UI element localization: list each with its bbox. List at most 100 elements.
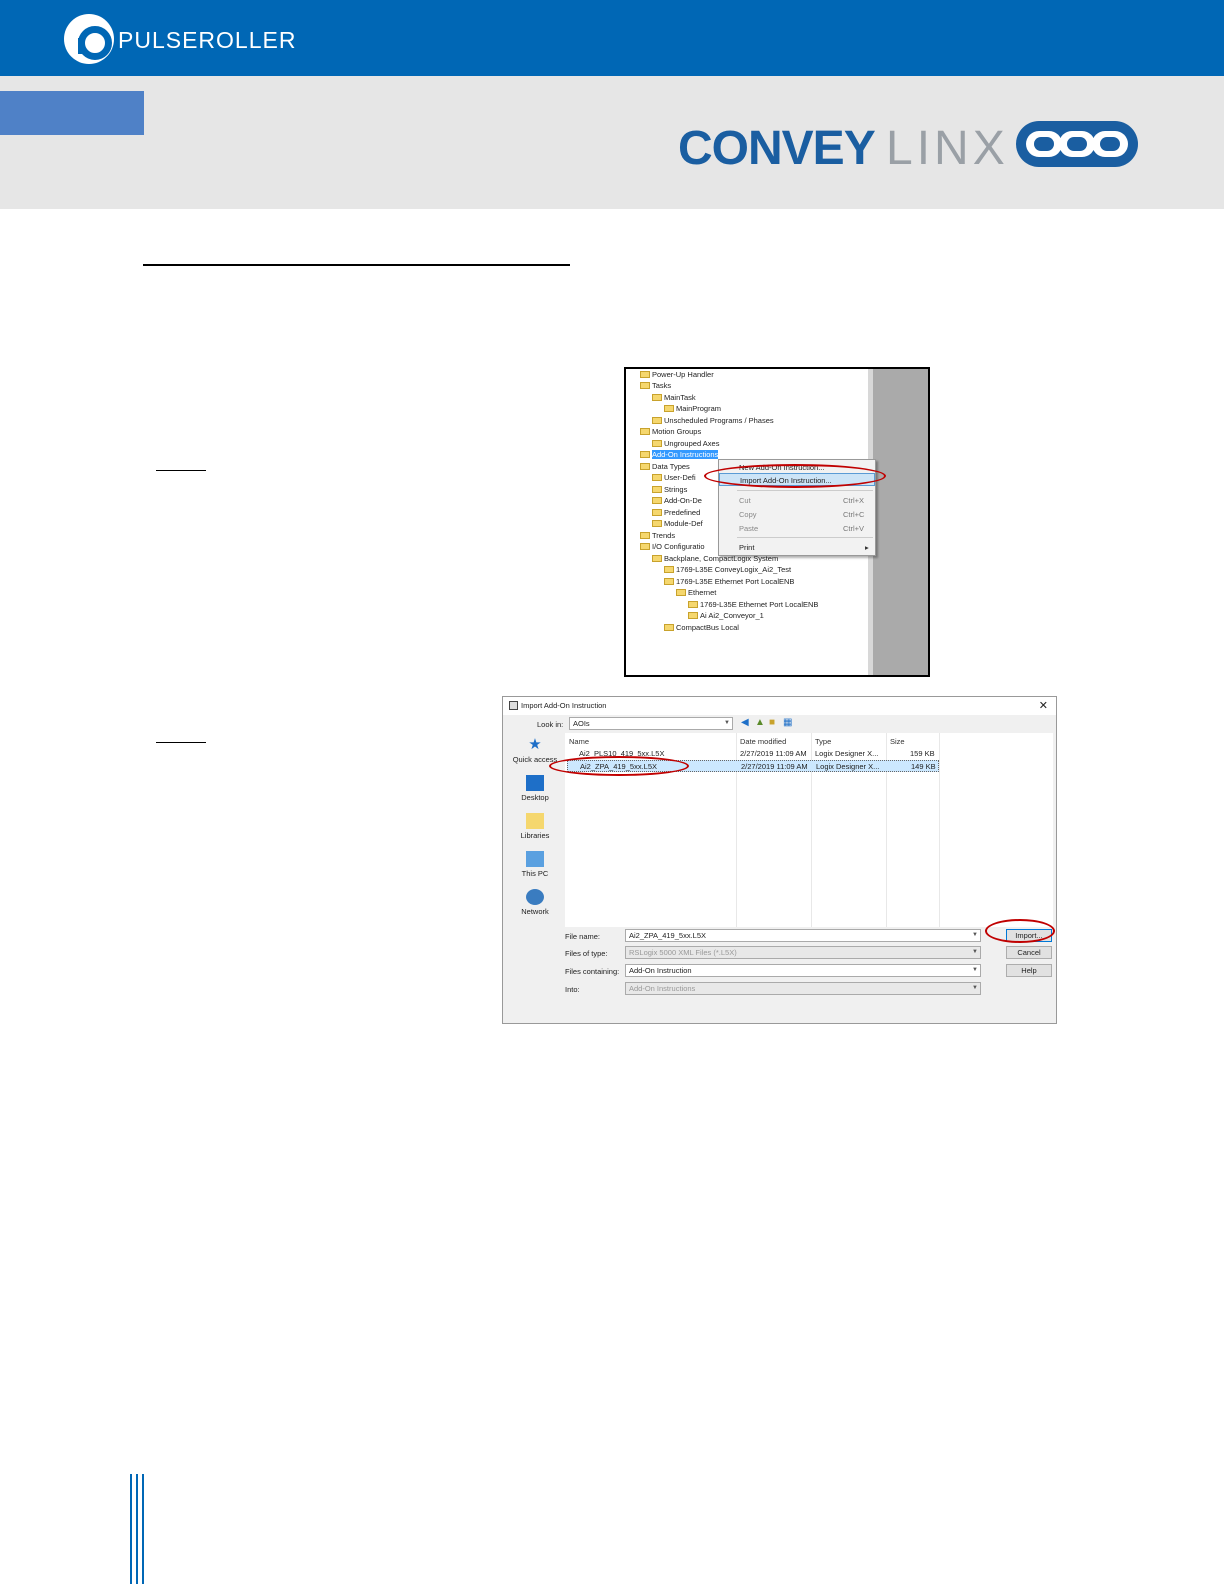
folder-icon bbox=[652, 497, 662, 504]
cancel-button[interactable]: Cancel bbox=[1006, 946, 1052, 959]
tree-item[interactable]: Module-Def bbox=[652, 518, 703, 529]
files-of-type-label: Files of type: bbox=[565, 949, 608, 958]
chain-logo-icon bbox=[1016, 121, 1138, 167]
tree-item[interactable]: Ungrouped Axes bbox=[652, 438, 719, 449]
file-name-input[interactable]: Ai2_ZPA_419_5xx.L5X ▼ bbox=[625, 929, 981, 942]
program-icon bbox=[664, 405, 674, 412]
controller-organizer-screenshot: Power-Up Handler Tasks MainTask MainProg… bbox=[624, 367, 930, 677]
files-containing-select[interactable]: Add-On Instruction ▼ bbox=[625, 964, 981, 977]
folder-icon bbox=[640, 451, 650, 458]
menu-print[interactable]: Print ▸ bbox=[719, 541, 875, 554]
menu-cut[interactable]: Cut Ctrl+X bbox=[719, 494, 875, 507]
column-divider bbox=[939, 733, 940, 927]
highlight-oval bbox=[985, 919, 1055, 943]
tree-item[interactable]: MainTask bbox=[652, 392, 696, 403]
step-2-underline bbox=[156, 742, 206, 743]
help-button[interactable]: Help bbox=[1006, 964, 1052, 977]
computer-icon bbox=[526, 851, 544, 867]
highlight-oval bbox=[704, 464, 886, 488]
column-date[interactable]: Date modified bbox=[740, 737, 786, 746]
product-logo-bold: CONVEY bbox=[678, 122, 876, 175]
highlight-oval bbox=[549, 756, 689, 776]
ethernet-port-icon bbox=[688, 601, 698, 608]
tree-item[interactable]: Ai Ai2_Conveyor_1 bbox=[688, 610, 764, 621]
chevron-down-icon: ▼ bbox=[972, 949, 978, 955]
tree-item[interactable]: Ethernet bbox=[676, 587, 716, 598]
folder-icon bbox=[640, 463, 650, 470]
chevron-down-icon: ▼ bbox=[724, 720, 730, 726]
dialog-title: Import Add-On Instruction bbox=[521, 701, 607, 710]
submenu-arrow-icon: ▸ bbox=[865, 543, 869, 552]
network-icon bbox=[526, 889, 544, 905]
folder-icon bbox=[640, 543, 650, 550]
into-select[interactable]: Add-On Instructions ▼ bbox=[625, 982, 981, 995]
tree-item[interactable]: Strings bbox=[652, 484, 687, 495]
libraries-icon bbox=[526, 813, 544, 829]
tree-item[interactable]: 1769-L35E Ethernet Port LocalENB bbox=[688, 599, 818, 610]
import-dialog-screenshot: Import Add-On Instruction ✕ Look in: AOI… bbox=[502, 696, 1057, 1024]
look-in-select[interactable]: AOIs ▼ bbox=[569, 717, 733, 730]
step-1-underline bbox=[156, 470, 206, 471]
tree-item[interactable]: Data Types bbox=[640, 461, 690, 472]
tree-item[interactable]: MainProgram bbox=[664, 403, 721, 414]
place-network[interactable]: Network bbox=[507, 889, 563, 916]
page: PULSEROLLER CONVEY LINX Power-Up Handler… bbox=[0, 0, 1224, 1584]
section-title-rule bbox=[143, 264, 570, 266]
folder-icon bbox=[652, 417, 662, 424]
dialog-titlebar: Import Add-On Instruction ✕ bbox=[503, 697, 1056, 715]
files-of-type-select[interactable]: RSLogix 5000 XML Files (*.L5X) ▼ bbox=[625, 946, 981, 959]
menu-separator bbox=[737, 537, 873, 538]
place-this-pc[interactable]: This PC bbox=[507, 851, 563, 878]
into-label: Into: bbox=[565, 985, 580, 994]
chevron-down-icon: ▼ bbox=[972, 967, 978, 973]
menu-separator bbox=[737, 490, 873, 491]
look-in-label: Look in: bbox=[537, 720, 564, 729]
menu-paste[interactable]: Paste Ctrl+V bbox=[719, 522, 875, 535]
tree-item[interactable]: 1769-L35E ConveyLogix_Ai2_Test bbox=[664, 564, 791, 575]
place-quick-access[interactable]: ★ Quick access bbox=[507, 737, 563, 765]
new-folder-icon[interactable]: ■ bbox=[769, 717, 775, 728]
tree-item[interactable]: I/O Configuratio bbox=[640, 541, 705, 552]
brand-name: PULSEROLLER bbox=[118, 27, 297, 53]
tree-item[interactable]: 1769-L35E Ethernet Port LocalENB bbox=[664, 576, 794, 587]
backplane-icon bbox=[652, 555, 662, 562]
folder-icon bbox=[652, 520, 662, 527]
chevron-down-icon: ▼ bbox=[972, 932, 978, 938]
tree-item[interactable]: Unscheduled Programs / Phases bbox=[652, 415, 774, 426]
folder-icon bbox=[640, 371, 650, 378]
ethernet-port-icon bbox=[664, 578, 674, 585]
tree-item[interactable]: Motion Groups bbox=[640, 426, 701, 437]
tree-item[interactable]: Trends bbox=[640, 530, 675, 541]
chevron-down-icon: ▼ bbox=[972, 985, 978, 991]
column-name[interactable]: Name bbox=[569, 737, 589, 746]
close-icon[interactable]: ✕ bbox=[1039, 699, 1048, 712]
tree-item[interactable]: Tasks bbox=[640, 380, 671, 391]
scrollbar[interactable] bbox=[868, 369, 928, 675]
folder-icon bbox=[640, 428, 650, 435]
product-logo-light: LINX bbox=[886, 122, 1009, 175]
view-menu-icon[interactable]: ▦ bbox=[783, 717, 792, 728]
folder-icon bbox=[640, 382, 650, 389]
place-desktop[interactable]: Desktop bbox=[507, 775, 563, 802]
tree-item[interactable]: User-Defi bbox=[652, 472, 696, 483]
controller-icon bbox=[664, 566, 674, 573]
folder-icon bbox=[652, 440, 662, 447]
app-icon bbox=[509, 701, 518, 710]
column-size[interactable]: Size bbox=[890, 737, 905, 746]
back-icon[interactable]: ◀ bbox=[741, 717, 749, 728]
device-icon bbox=[688, 612, 698, 619]
tree-item[interactable]: Power-Up Handler bbox=[640, 369, 714, 380]
tree-item-add-on-instructions[interactable]: Add-On Instructions bbox=[640, 449, 719, 460]
tree-item[interactable]: Add-On-De bbox=[652, 495, 702, 506]
tree-item[interactable]: Predefined bbox=[652, 507, 700, 518]
column-type[interactable]: Type bbox=[815, 737, 831, 746]
pulseroller-logo-icon bbox=[64, 14, 114, 64]
file-name-label: File name: bbox=[565, 932, 601, 941]
up-folder-icon[interactable]: ▲ bbox=[755, 717, 765, 728]
menu-copy[interactable]: Copy Ctrl+C bbox=[719, 508, 875, 521]
bus-icon bbox=[664, 624, 674, 631]
tree-item[interactable]: CompactBus Local bbox=[664, 622, 739, 633]
header-bar: PULSEROLLER bbox=[0, 0, 1224, 76]
header-tab bbox=[0, 91, 144, 135]
place-libraries[interactable]: Libraries bbox=[507, 813, 563, 840]
